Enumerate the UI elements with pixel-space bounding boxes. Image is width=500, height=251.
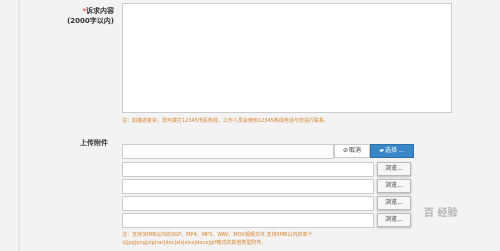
select-button[interactable]: ▰选择 ...: [370, 144, 414, 158]
cancel-icon: ⊘: [342, 147, 348, 154]
browse-button-3[interactable]: 浏览...: [377, 179, 411, 193]
file-input-2[interactable]: [122, 162, 374, 177]
file-input-1[interactable]: [122, 144, 334, 159]
complaint-label: *诉求内容 (2000字以内): [60, 6, 114, 26]
cancel-button[interactable]: ⊘取消: [334, 144, 370, 158]
browse-button-5[interactable]: 浏览...: [377, 213, 411, 227]
complaint-note: 注：如描述复杂，您可拨打12345市民热线，工作人员会使用12345热线电话与您…: [122, 118, 329, 124]
complaint-textarea[interactable]: [122, 3, 452, 113]
left-border: [18, 0, 20, 251]
complaint-label-text: 诉求内容: [86, 7, 114, 15]
upload-note-line-2: 以jpg|png|zip|rar|doc|xls|xlsx|docx|gif格式…: [122, 240, 267, 246]
upload-note-line-1: 注：支持30MB以内的3GP、MP4、MP3、WAV、MOV视频文件,支持5MB…: [122, 232, 313, 238]
browse-button-2[interactable]: 浏览...: [377, 162, 411, 176]
watermark: 百 经验: [424, 208, 458, 219]
cancel-label: 取消: [349, 147, 362, 154]
folder-open-icon: ▰: [379, 147, 384, 154]
complaint-sublabel: (2000字以内): [67, 17, 114, 25]
file-input-3[interactable]: [122, 179, 374, 194]
file-input-5[interactable]: [122, 213, 374, 228]
browse-button-4[interactable]: 浏览...: [377, 196, 411, 210]
upload-label: 上传附件: [80, 139, 108, 147]
file-input-4[interactable]: [122, 196, 374, 211]
select-label: 选择 ...: [384, 147, 405, 154]
